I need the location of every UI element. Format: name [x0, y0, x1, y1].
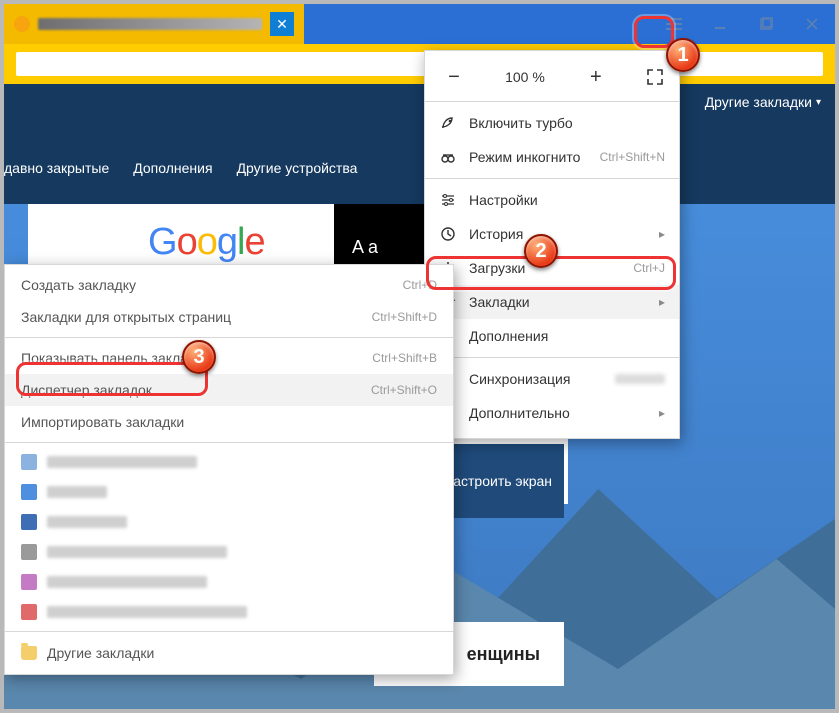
chevron-right-icon: ▸ [659, 227, 665, 241]
menu-item-incognito[interactable]: Режим инкогнито Ctrl+Shift+N [425, 140, 679, 174]
submenu-item-other-bookmarks-folder[interactable]: Другие закладки [5, 636, 453, 670]
favicon-icon [21, 484, 37, 500]
fullscreen-icon [647, 69, 663, 85]
favicon-icon [21, 604, 37, 620]
submenu-shortcut: Ctrl+Shift+B [372, 351, 437, 365]
menu-label: Синхронизация [469, 371, 603, 387]
minimize-button[interactable] [697, 4, 743, 44]
addons-link[interactable]: Дополнения [133, 160, 212, 176]
rocket-icon [439, 115, 457, 131]
bookmark-entry[interactable] [5, 447, 453, 477]
other-devices-link[interactable]: Другие устройства [237, 160, 358, 176]
favicon-icon [21, 544, 37, 560]
bookmark-title-blurred [47, 546, 227, 558]
bookmark-entry[interactable] [5, 507, 453, 537]
tab-close-button[interactable]: ✕ [270, 12, 294, 36]
menu-label: Дополнения [469, 328, 665, 344]
menu-item-bookmarks[interactable]: Закладки ▸ [425, 285, 679, 319]
bookmark-entry[interactable] [5, 537, 453, 567]
bookmark-title-blurred [47, 576, 207, 588]
sliders-icon [439, 192, 457, 208]
incognito-icon [439, 149, 457, 165]
bookmark-title-blurred [47, 486, 107, 498]
sync-status-blurred [615, 374, 665, 384]
browser-tab[interactable]: ✕ [4, 4, 304, 44]
zoom-row: − 100 % + [425, 57, 679, 97]
submenu-item-bookmark-open-pages[interactable]: Закладки для открытых страниц Ctrl+Shift… [5, 301, 453, 333]
menu-label: Настройки [469, 192, 665, 208]
submenu-item-import-bookmarks[interactable]: Импортировать закладки [5, 406, 453, 438]
bookmark-entry[interactable] [5, 477, 453, 507]
menu-shortcut: Ctrl+J [633, 261, 665, 275]
close-window-button[interactable] [789, 4, 835, 44]
bookmark-title-blurred [47, 516, 127, 528]
annotation-bubble-1: 1 [666, 38, 700, 72]
font-scale-label: A a [352, 237, 378, 258]
menu-shortcut: Ctrl+Shift+N [600, 150, 665, 164]
menu-label: Закладки [469, 294, 647, 310]
folder-icon [21, 646, 37, 660]
submenu-shortcut: Ctrl+D [403, 278, 437, 292]
menu-label: История [469, 226, 647, 242]
submenu-label: Импортировать закладки [21, 414, 184, 430]
menu-label: Включить турбо [469, 115, 665, 131]
hamburger-icon [665, 17, 683, 31]
annotation-bubble-2: 2 [524, 234, 558, 268]
clock-icon [439, 226, 457, 242]
submenu-item-bookmark-manager[interactable]: Диспетчер закладок Ctrl+Shift+O [5, 374, 453, 406]
zoom-value: 100 % [505, 69, 545, 85]
bookmark-entry[interactable] [5, 567, 453, 597]
bookmarks-submenu: Создать закладку Ctrl+D Закладки для отк… [4, 264, 454, 675]
bookmark-title-blurred [47, 606, 247, 618]
submenu-shortcut: Ctrl+Shift+O [371, 383, 437, 397]
fullscreen-button[interactable] [647, 69, 663, 85]
submenu-label: Другие закладки [47, 645, 154, 661]
address-bar[interactable] [16, 52, 823, 76]
chevron-right-icon: ▸ [659, 406, 665, 420]
menu-label: Режим инкогнито [469, 149, 588, 165]
zoom-in-button[interactable]: + [583, 66, 609, 89]
maximize-button[interactable] [743, 4, 789, 44]
zoom-out-button[interactable]: − [441, 66, 467, 89]
menu-label: Дополнительно [469, 405, 647, 421]
other-bookmarks-dropdown[interactable]: Другие закладки ▾ [705, 94, 821, 110]
favicon-icon [21, 514, 37, 530]
chevron-down-icon: ▾ [816, 97, 821, 108]
submenu-label: Закладки для открытых страниц [21, 309, 231, 325]
submenu-label: Диспетчер закладок [21, 382, 152, 398]
tab-favicon [14, 16, 30, 32]
annotation-bubble-3: 3 [182, 340, 216, 374]
menu-item-addons[interactable]: Дополнения [425, 319, 679, 353]
tab-title-blurred [38, 18, 262, 30]
menu-item-sync[interactable]: Синхронизация [425, 362, 679, 396]
submenu-shortcut: Ctrl+Shift+D [372, 310, 437, 324]
chevron-right-icon: ▸ [659, 295, 665, 309]
submenu-item-create-bookmark[interactable]: Создать закладку Ctrl+D [5, 269, 453, 301]
recently-closed-link[interactable]: давно закрытые [4, 160, 109, 176]
menu-item-more[interactable]: Дополнительно ▸ [425, 396, 679, 430]
configure-screen-link[interactable]: Настроить экран [443, 473, 552, 489]
address-bar-strip [4, 44, 835, 84]
google-logo: Google [148, 221, 265, 264]
other-bookmarks-label: Другие закладки [705, 94, 812, 110]
news-tail-text: енщины [467, 644, 540, 665]
favicon-icon [21, 454, 37, 470]
bookmark-title-blurred [47, 456, 197, 468]
hamburger-menu-button[interactable] [651, 4, 697, 44]
favicon-icon [21, 574, 37, 590]
submenu-label: Создать закладку [21, 277, 136, 293]
bookmark-entry[interactable] [5, 597, 453, 627]
submenu-item-show-panel[interactable]: Показывать панель закладок Ctrl+Shift+B [5, 342, 453, 374]
menu-item-turbo[interactable]: Включить турбо [425, 106, 679, 140]
menu-item-settings[interactable]: Настройки [425, 183, 679, 217]
